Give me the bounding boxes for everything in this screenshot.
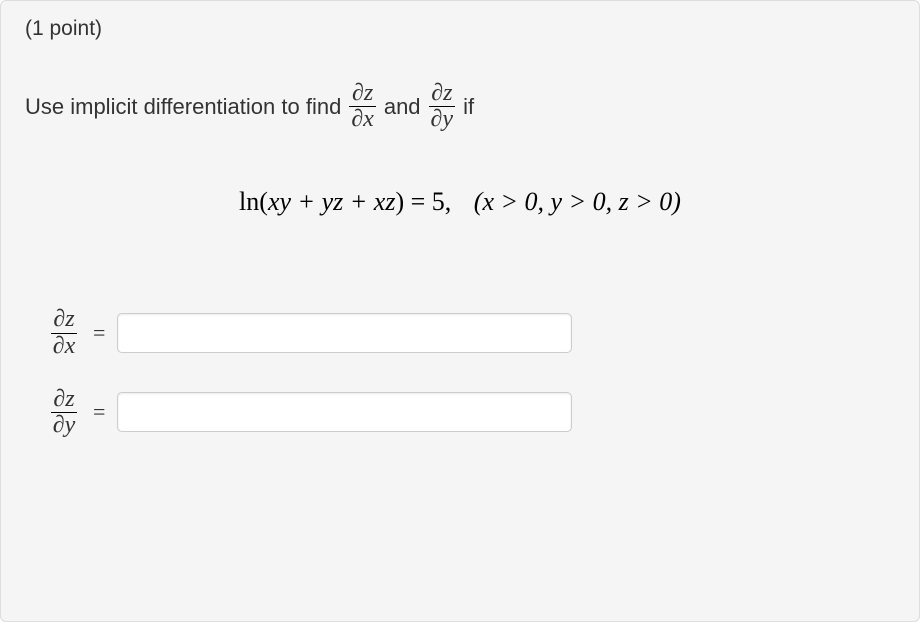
equation-display: ln(xy + yz + xz) = 5, (x > 0, y > 0, z >…	[25, 187, 895, 217]
fraction-denominator: ∂x	[51, 333, 78, 359]
eq-function: ln	[239, 187, 259, 216]
answer-label-dz-dy: ∂z ∂y	[49, 387, 79, 438]
eq-rhs: 5	[432, 187, 445, 216]
fraction-dz-dy: ∂z ∂y	[429, 81, 456, 132]
fraction-numerator: ∂z	[51, 387, 76, 412]
points-label: (1 point)	[25, 17, 895, 41]
fraction-dz-dx: ∂z ∂x	[349, 81, 376, 132]
eq-condition: (x > 0, y > 0, z > 0)	[474, 187, 681, 216]
equals-sign: =	[93, 399, 105, 425]
prompt-pre: Use implicit differentiation to find	[25, 94, 341, 120]
fraction-numerator: ∂z	[429, 81, 454, 106]
equals-sign: =	[93, 320, 105, 346]
answer-row-dz-dy: ∂z ∂y =	[47, 387, 895, 438]
prompt-mid: and	[384, 94, 421, 120]
fraction-denominator: ∂y	[429, 106, 456, 132]
prompt-line: Use implicit differentiation to find ∂z …	[25, 81, 895, 132]
prompt-post: if	[463, 94, 474, 120]
fraction-denominator: ∂y	[51, 412, 78, 438]
fraction-denominator: ∂x	[349, 106, 376, 132]
fraction-numerator: ∂z	[350, 81, 375, 106]
answer-input-dz-dy[interactable]	[117, 392, 572, 432]
answer-label-dz-dx: ∂z ∂x	[49, 307, 79, 358]
problem-panel: (1 point) Use implicit differentiation t…	[0, 0, 920, 622]
eq-argument: xy + yz + xz	[268, 187, 396, 216]
answer-input-dz-dx[interactable]	[117, 313, 572, 353]
fraction-numerator: ∂z	[51, 307, 76, 332]
answer-row-dz-dx: ∂z ∂x =	[47, 307, 895, 358]
